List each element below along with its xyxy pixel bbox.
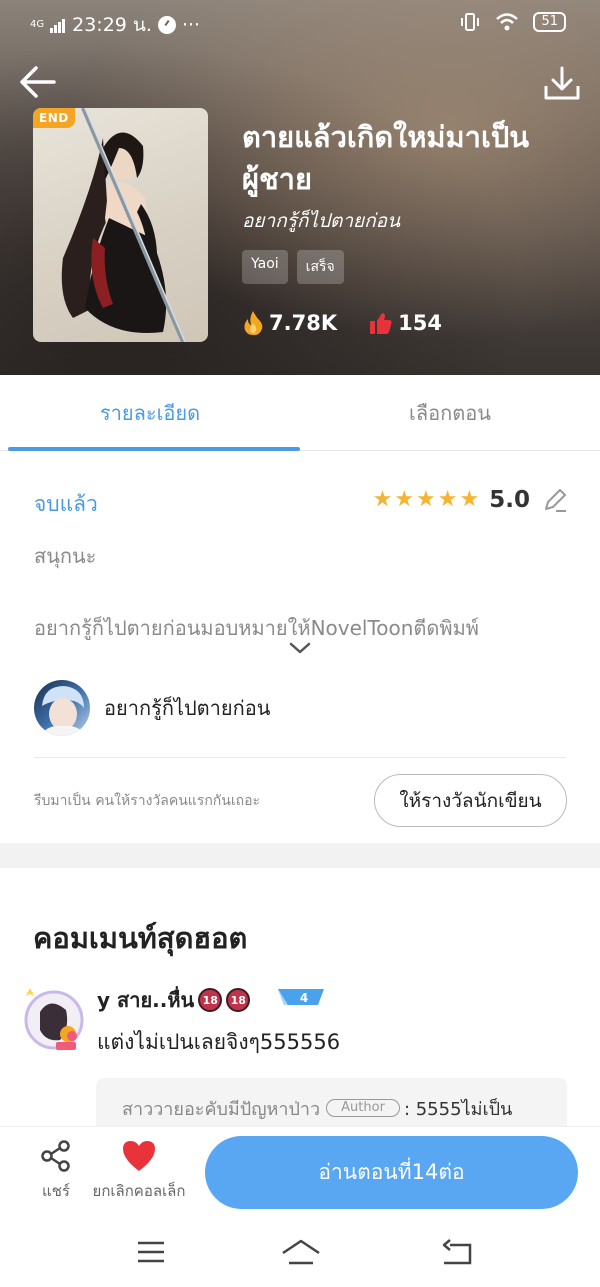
- reply-text: : 5555ไม่เป็น: [403, 1098, 513, 1120]
- back-arrow-icon[interactable]: [18, 62, 58, 102]
- commenter-username[interactable]: y สาย..หื่น: [97, 984, 194, 1016]
- back-nav-icon[interactable]: [440, 1239, 474, 1267]
- book-author[interactable]: อยากรู้ก็ไปตายก่อน: [242, 206, 400, 236]
- star-icon: ★: [372, 487, 393, 512]
- download-icon[interactable]: [542, 64, 582, 104]
- battery-indicator: 51: [533, 12, 566, 32]
- star-icon: ★: [459, 487, 480, 512]
- share-label: แชร์: [42, 1182, 70, 1200]
- heart-icon: [123, 1141, 155, 1171]
- star-icon: ★: [416, 487, 436, 512]
- more-dots: ···: [181, 14, 201, 36]
- author-profile-row[interactable]: อยากรู้ก็ไปตายก่อน: [34, 680, 270, 736]
- detail-tabs: รายละเอียด เลือกตอน: [0, 375, 600, 451]
- end-badge: END: [33, 108, 75, 128]
- home-icon[interactable]: [281, 1239, 321, 1267]
- unfavorite-button[interactable]: ยกเลิกคอลเล็ก: [84, 1139, 194, 1203]
- likes-stat: 154: [369, 311, 442, 335]
- synopsis-text: สนุกนะ: [34, 544, 97, 568]
- level-badge: 4: [278, 989, 324, 1005]
- comment-text: แต่งไม่เปนเลยจิงๆ555556: [97, 1030, 341, 1054]
- author-name[interactable]: อยากรู้ก็ไปตายก่อน: [104, 692, 270, 724]
- menu-icon[interactable]: [136, 1239, 166, 1265]
- system-navigation-bar: [0, 1217, 600, 1287]
- tab-details[interactable]: รายละเอียด: [0, 375, 300, 451]
- commenter-name[interactable]: y สาย..หื่น 18 18: [97, 984, 251, 1016]
- author-avatar-image: [40, 686, 86, 736]
- book-title: ตายแล้วเกิดใหม่มาเป็นผู้ชาย: [242, 120, 530, 196]
- unfavorite-label: ยกเลิกคอลเล็ก: [92, 1182, 186, 1200]
- rating-value: 5.0: [489, 487, 530, 513]
- book-cover[interactable]: END: [33, 108, 208, 342]
- book-header: 4G 23:29 น. ··· 51 END ตายแล้วเกิดใหม่มา…: [0, 0, 600, 375]
- signal-icon: [50, 19, 66, 33]
- rating-block: ★ ★ ★ ★ ★ 5.0: [373, 486, 568, 514]
- continue-reading-button[interactable]: อ่านตอนที่14ต่อ: [205, 1136, 578, 1209]
- views-stat: 7.78K: [242, 310, 337, 336]
- tab-episodes[interactable]: เลือกตอน: [300, 375, 600, 450]
- commenter-avatar[interactable]: [20, 982, 88, 1054]
- age-18-badge: 18: [198, 988, 223, 1012]
- tag-chip[interactable]: เสร็จ: [296, 250, 344, 284]
- reward-hint: รีบมาเป็น คนให้รางวัลคนแรกกันเถอะ: [34, 793, 261, 809]
- age-18-badge: 18: [226, 988, 251, 1012]
- clock-time: 23:29 น.: [72, 14, 152, 36]
- fire-icon: [244, 311, 263, 336]
- completion-status: จบแล้ว: [34, 492, 98, 516]
- level-number: 4: [300, 991, 308, 1005]
- reply-user: สาววายอะคับมีปัญหาป่าว: [122, 1098, 321, 1120]
- star-icon: ★: [394, 487, 415, 512]
- divider: [34, 757, 566, 758]
- network-label: 4G: [30, 19, 45, 30]
- reward-author-button[interactable]: ให้รางวัลนักเขียน: [374, 774, 567, 827]
- share-button[interactable]: แชร์: [36, 1139, 76, 1203]
- tag-chip[interactable]: Yaoi: [242, 250, 288, 284]
- wifi-icon: [496, 13, 519, 31]
- author-tag: Author: [326, 1099, 400, 1117]
- likes-count: 154: [398, 311, 442, 335]
- status-bar: 4G 23:29 น. ··· 51: [0, 8, 600, 38]
- star-icon: ★: [437, 487, 458, 512]
- author-avatar[interactable]: [34, 680, 90, 736]
- share-icon: [41, 1140, 70, 1172]
- views-count: 7.78K: [269, 311, 338, 335]
- thumbs-up-icon: [370, 313, 392, 334]
- cover-illustration: [61, 108, 186, 342]
- edit-pencil-icon[interactable]: [542, 487, 568, 513]
- hot-comments-title: คอมเมนท์สุดฮอต: [33, 921, 248, 955]
- tag-list: Yaoi เสร็จ: [242, 250, 344, 284]
- chevron-down-icon[interactable]: [288, 640, 312, 656]
- vibrate-icon: [461, 13, 480, 31]
- section-separator: [0, 843, 600, 868]
- book-stats: 7.78K 154: [242, 310, 474, 336]
- bottom-action-bar: แชร์ ยกเลิกคอลเล็ก อ่านตอนที่14ต่อ: [0, 1126, 600, 1217]
- speed-icon: [157, 16, 176, 34]
